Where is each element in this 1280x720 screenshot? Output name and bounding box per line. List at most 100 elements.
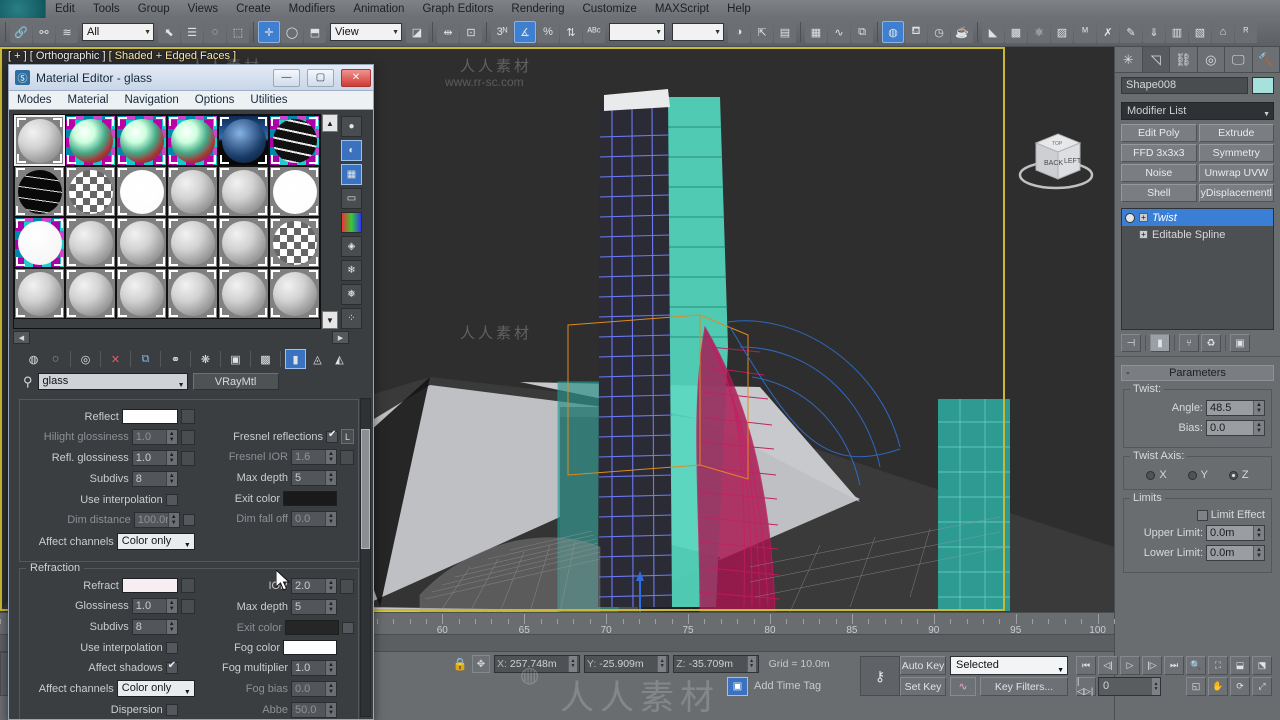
- orbit-icon[interactable]: ⟳: [1230, 677, 1250, 696]
- object-color-swatch[interactable]: [1252, 77, 1274, 94]
- mirror-geometry-icon[interactable]: ◑: [728, 21, 750, 43]
- menu-tools[interactable]: Tools: [84, 0, 129, 18]
- lower-limit-spinner[interactable]: 0.0m ▲ ▼: [1206, 545, 1265, 561]
- previous-frame-icon[interactable]: ◁|: [1098, 656, 1118, 675]
- refl-exit-color-swatch[interactable]: [283, 491, 337, 506]
- modifier-button-displacement[interactable]: yDisplacementl: [1198, 184, 1274, 202]
- spinner-arrows-fm[interactable]: ▲ ▼: [325, 661, 336, 675]
- fresnel-lock-button[interactable]: L: [341, 429, 354, 444]
- sample-slot-grid[interactable]: [13, 114, 321, 329]
- zoom-extents-icon[interactable]: ⬓: [1230, 656, 1250, 675]
- reflect-color-swatch[interactable]: [121, 409, 178, 424]
- modifier-button-ffd[interactable]: FFD 3x3x3: [1121, 144, 1197, 162]
- render-setup-icon[interactable]: ⛾: [905, 21, 927, 43]
- zoom-all-icon[interactable]: ⛶: [1208, 656, 1228, 675]
- assign-material-to-selection-icon[interactable]: ◎: [75, 349, 96, 369]
- sample-type-sphere-icon[interactable]: ●: [341, 116, 362, 137]
- refl-glossiness-spinner[interactable]: 1.0 ▲ ▼: [131, 450, 178, 466]
- minimize-button[interactable]: —: [273, 68, 300, 87]
- modifier-button-noise[interactable]: Noise: [1121, 164, 1197, 182]
- align-icon[interactable]: ⊡: [460, 21, 482, 43]
- sample-uv-tiling-icon[interactable]: ▭: [341, 188, 362, 209]
- zoom-extents-all-icon[interactable]: ⬔: [1252, 656, 1272, 675]
- close-button[interactable]: ✕: [341, 68, 371, 87]
- light-bulb-icon[interactable]: [1125, 212, 1135, 223]
- refr-glossiness-map-button[interactable]: [180, 598, 195, 614]
- show-end-result-icon[interactable]: ▮: [1150, 334, 1170, 352]
- key-filters-button[interactable]: Key Filters...: [980, 677, 1068, 696]
- show-end-result-icon-me[interactable]: ▮: [285, 349, 306, 369]
- select-object-icon[interactable]: ⬉: [158, 21, 180, 43]
- refr-exit-color-checkbox[interactable]: [342, 621, 354, 634]
- pan-view-icon[interactable]: ✋: [1208, 677, 1228, 696]
- ior-map-button[interactable]: [340, 578, 354, 594]
- vray-toolbar-icon-1[interactable]: ◣: [982, 21, 1004, 43]
- dim-distance-checkbox[interactable]: [182, 514, 195, 526]
- absolute-relative-mode-icon[interactable]: ✥: [472, 655, 490, 673]
- menu-edit[interactable]: Edit: [46, 0, 84, 18]
- twist-axis-z[interactable]: Z: [1228, 469, 1249, 481]
- utilities-tab[interactable]: 🔨: [1252, 47, 1280, 72]
- selection-filter-combo[interactable]: All ▼: [82, 23, 154, 41]
- material-sample-slot-10[interactable]: [218, 166, 269, 217]
- hilight-glossiness-spinner[interactable]: 1.0 ▲ ▼: [131, 429, 178, 445]
- scroll-down-icon[interactable]: ▼: [322, 311, 338, 329]
- menu-maxscript[interactable]: MAXScript: [646, 0, 718, 18]
- material-effects-id-icon[interactable]: ▣: [225, 349, 246, 369]
- modifier-button-symmetry[interactable]: Symmetry: [1198, 144, 1274, 162]
- z-spinner-icon[interactable]: ▲ ▼: [746, 656, 756, 672]
- time-tag-icon[interactable]: ▣: [727, 677, 748, 696]
- zoom-icon[interactable]: 🔍: [1186, 656, 1206, 675]
- refr-max-depth-spinner[interactable]: 5 ▲ ▼: [291, 599, 337, 615]
- twist-angle-spinner[interactable]: 48.5 ▲ ▼: [1206, 400, 1265, 416]
- go-to-start-icon[interactable]: ⏮: [1076, 656, 1096, 675]
- default-in-out-tangent-icon[interactable]: ∿: [950, 677, 976, 696]
- backlight-icon[interactable]: ◐: [341, 140, 362, 161]
- lock-selection-icon[interactable]: 🔒: [452, 656, 468, 672]
- menu-rendering[interactable]: Rendering: [502, 0, 573, 18]
- show-map-in-viewport-icon[interactable]: ▩: [255, 349, 276, 369]
- material-params-scroll-thumb[interactable]: [361, 429, 370, 549]
- spinner-arrows-abbe[interactable]: ▲ ▼: [325, 703, 336, 717]
- make-unique-icon-me[interactable]: ⚭: [165, 349, 186, 369]
- snaps-toggle-icon[interactable]: 3ᴺ: [491, 21, 513, 43]
- material-name-field[interactable]: glass ▼: [37, 373, 188, 390]
- dispersion-checkbox[interactable]: [165, 703, 178, 716]
- configure-modifier-sets-icon[interactable]: ▣: [1230, 334, 1250, 352]
- vray-material-id-icon[interactable]: ᴹ: [1074, 21, 1096, 43]
- refr-use-interpolation-checkbox[interactable]: [165, 641, 178, 654]
- dim-falloff-spinner[interactable]: 0.0 ▲ ▼: [291, 511, 337, 527]
- coordinate-system-combo[interactable]: View ▼: [330, 23, 402, 41]
- parameters-rollout-header[interactable]: - Parameters: [1121, 365, 1274, 381]
- spinner-arrows-icon[interactable]: ▲ ▼: [1253, 401, 1264, 415]
- material-sample-slot-6[interactable]: [14, 166, 65, 217]
- expand-plus-icon[interactable]: +: [1139, 213, 1148, 222]
- key-filter-set-combo[interactable]: Selected ▼: [950, 656, 1068, 675]
- material-sample-slot-7[interactable]: [65, 166, 116, 217]
- material-sample-slot-23[interactable]: [269, 268, 320, 319]
- radio-x-icon[interactable]: [1146, 470, 1156, 480]
- mirror-icon[interactable]: ⇹: [437, 21, 459, 43]
- align-tools-icon[interactable]: ⇱: [751, 21, 773, 43]
- material-sample-slot-13[interactable]: [65, 217, 116, 268]
- field-of-view-icon[interactable]: ◱: [1186, 677, 1206, 696]
- vray-toolbar-icon-7[interactable]: ⇓: [1143, 21, 1165, 43]
- viewport-label[interactable]: [ + ] [ Orthographic ] [ Shaded + Edged …: [8, 50, 236, 62]
- bind-space-warp-icon[interactable]: ≋: [56, 21, 78, 43]
- me-menu-modes[interactable]: Modes: [9, 91, 60, 110]
- put-to-library-icon[interactable]: ❋: [195, 349, 216, 369]
- create-tab[interactable]: ✳: [1115, 47, 1143, 72]
- me-menu-navigation[interactable]: Navigation: [116, 91, 186, 110]
- modifier-stack[interactable]: + Twist + Editable Spline: [1121, 208, 1274, 330]
- go-to-end-icon[interactable]: ⏭: [1164, 656, 1184, 675]
- material-sample-slot-21[interactable]: [167, 268, 218, 319]
- video-color-check-icon[interactable]: [341, 212, 362, 233]
- maximize-viewport-icon[interactable]: ⤢: [1252, 677, 1272, 696]
- spinner-snap-icon[interactable]: ⇅: [560, 21, 582, 43]
- select-region-rect-icon[interactable]: ⬚: [227, 21, 249, 43]
- modify-tab[interactable]: ◹: [1142, 47, 1170, 72]
- material-sample-slot-22[interactable]: [218, 268, 269, 319]
- spinner-arrows-fmd[interactable]: ▲ ▼: [325, 600, 336, 614]
- twist-axis-y[interactable]: Y: [1187, 469, 1208, 481]
- auto-key-button[interactable]: Auto Key: [900, 656, 946, 675]
